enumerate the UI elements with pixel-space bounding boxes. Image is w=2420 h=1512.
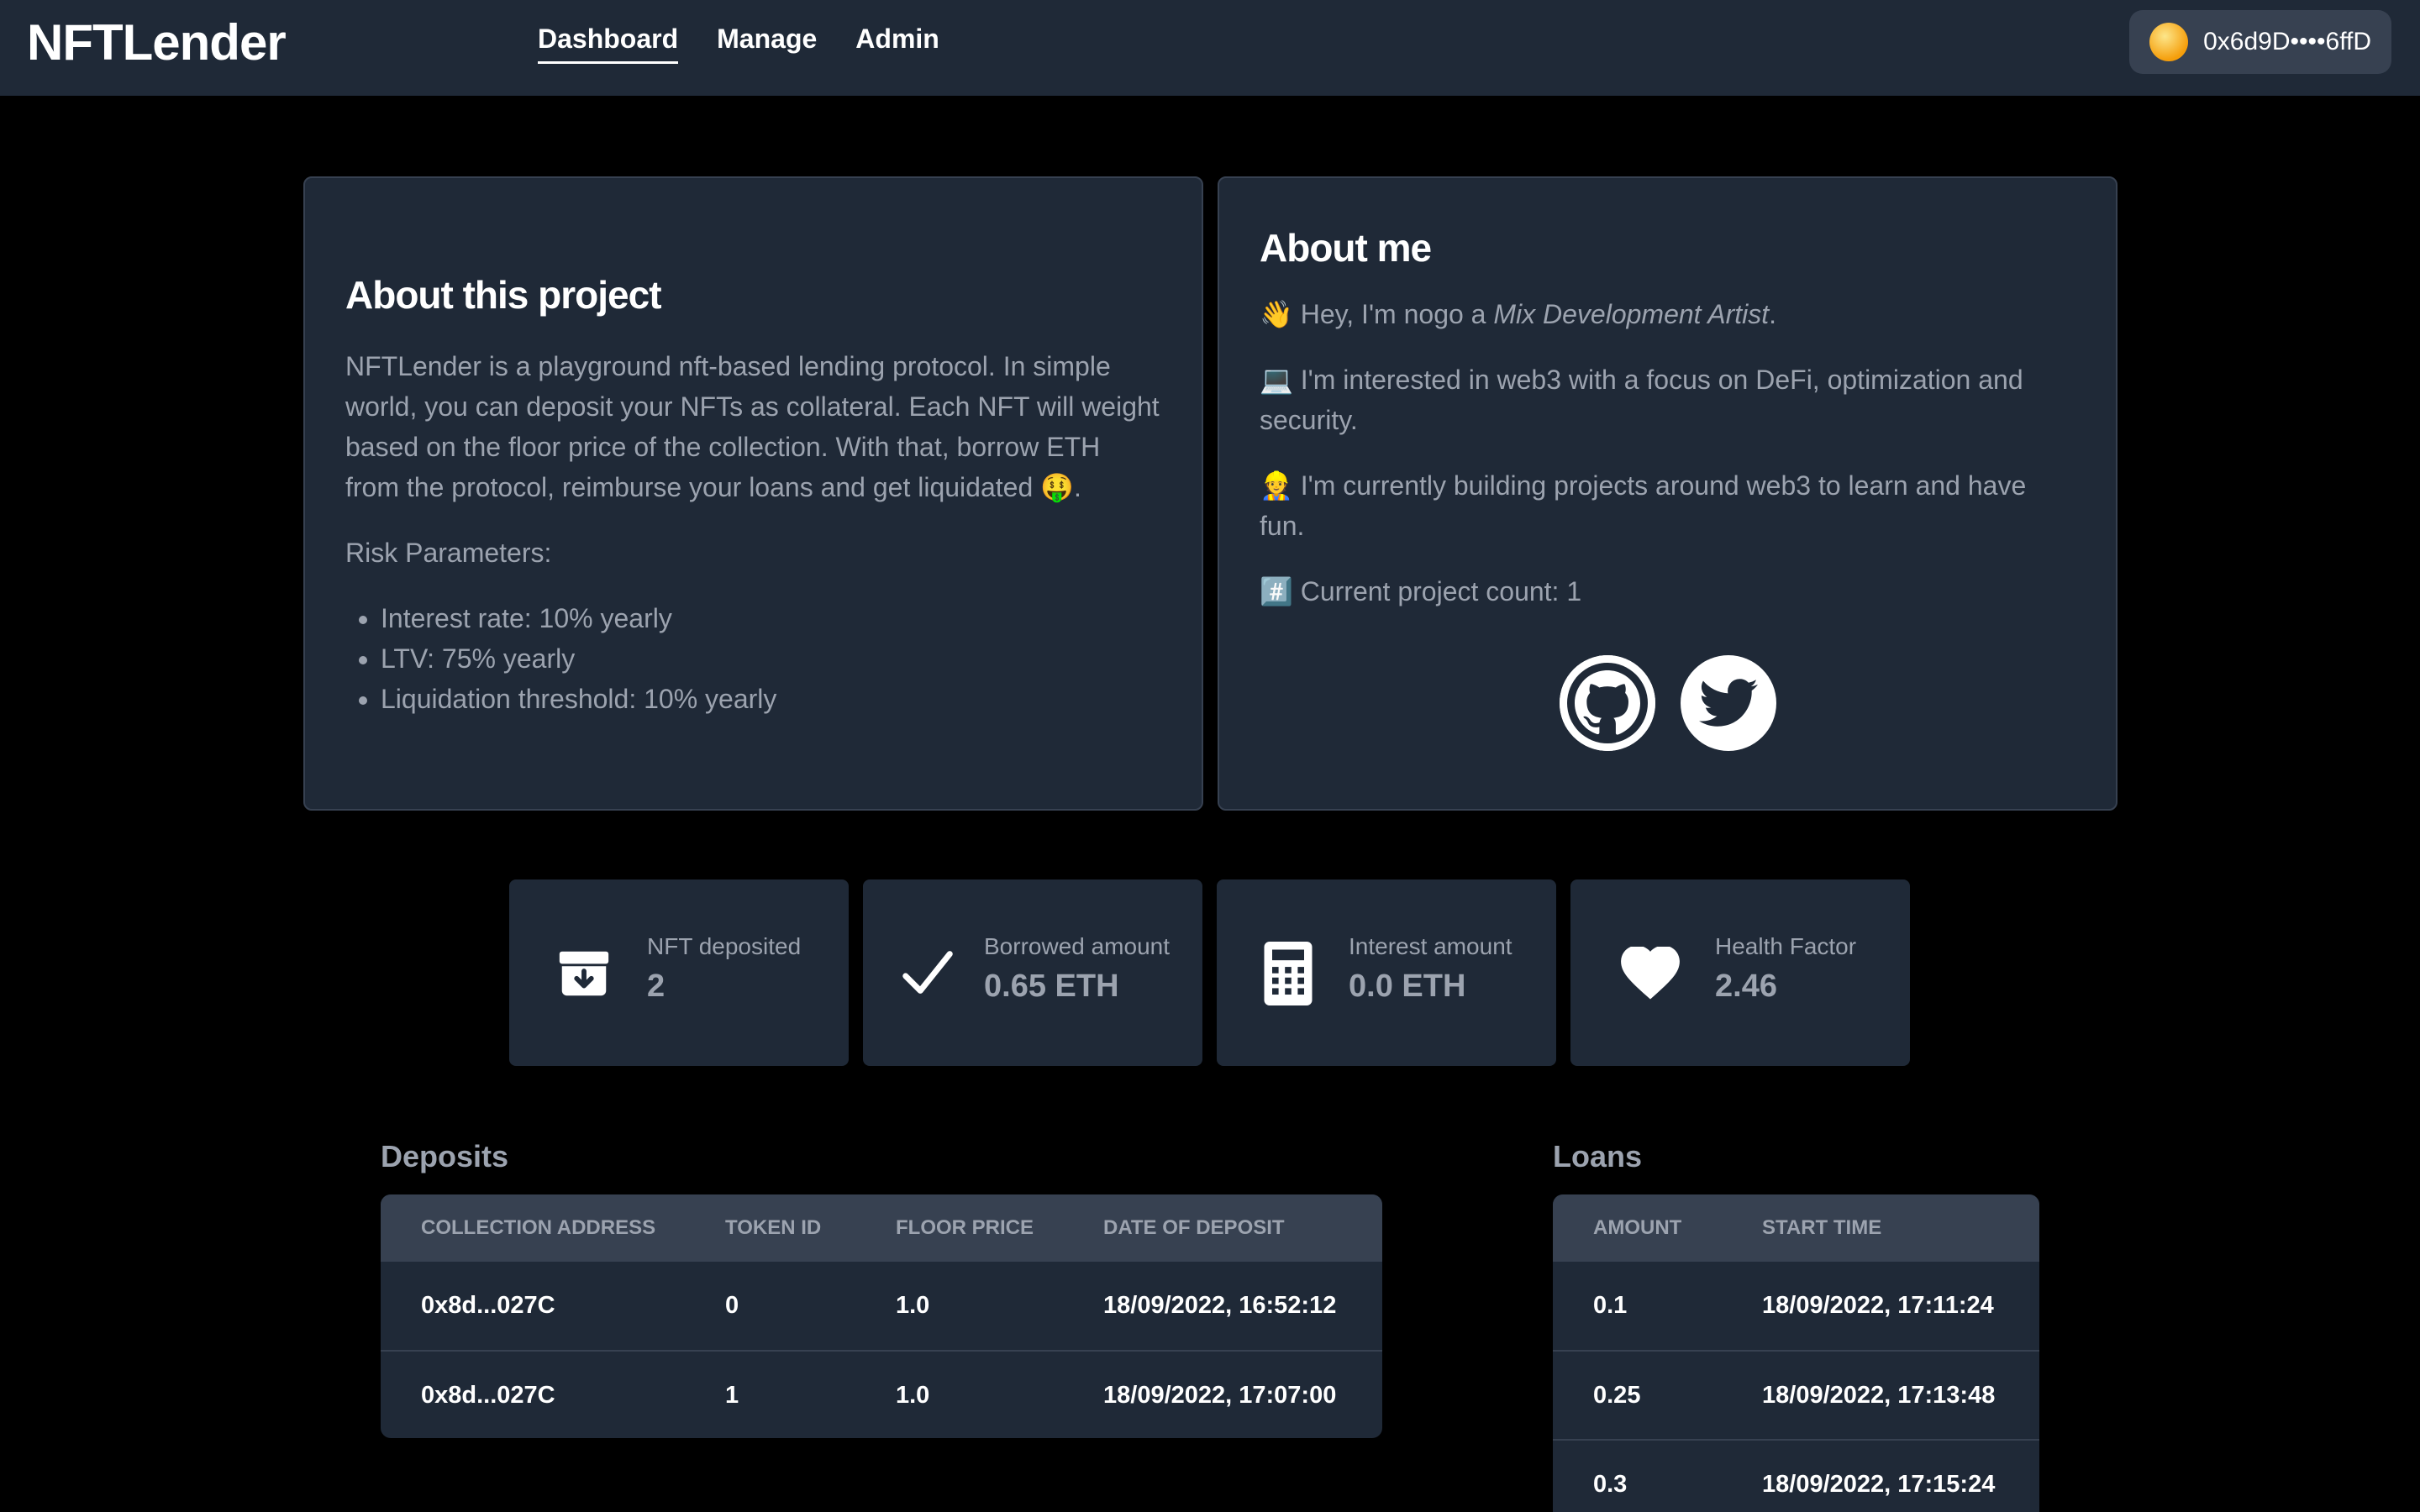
stat-health-factor: Health Factor 2.46 — [1570, 879, 1910, 1066]
stat-value: 2 — [647, 969, 666, 1004]
archive-icon — [553, 942, 615, 1005]
stat-label: Health Factor — [1715, 933, 1857, 959]
heart-icon — [1619, 942, 1681, 1005]
social-links — [1260, 655, 2075, 751]
cell-date-of-deposit: 18/09/2022, 17:07:00 — [1063, 1350, 1382, 1438]
table-row[interactable]: 0.1 18/09/2022, 17:11:24 — [1553, 1262, 2039, 1351]
nav-admin[interactable]: Admin — [855, 24, 939, 64]
about-project-title: About this project — [345, 273, 662, 317]
column-header: Floor price — [896, 1216, 1034, 1239]
cell-floor-price: 1.0 — [855, 1350, 1063, 1438]
risk-parameters-heading: Risk Parameters: — [345, 538, 552, 568]
deposits-title: Deposits — [381, 1139, 509, 1173]
top-navbar: NFTLender Dashboard Manage Admin 0x6d9D•… — [0, 0, 2420, 96]
cell-collection-address: 0x8d...027C — [381, 1350, 685, 1438]
main-nav: Dashboard Manage Admin — [538, 24, 939, 64]
cell-start-time: 18/09/2022, 17:13:48 — [1722, 1350, 2039, 1440]
brand-logo[interactable]: NFTLender — [27, 13, 287, 71]
deposits-table: Collection address Token ID Floor price … — [381, 1194, 1382, 1438]
table-row[interactable]: 0x8d...027C 1 1.0 18/09/2022, 17:07:00 — [381, 1350, 1382, 1438]
about-me-interest: 💻 I'm interested in web3 with a focus on… — [1260, 365, 2023, 435]
wallet-button[interactable]: 0x6d9D••••6ffD — [2129, 10, 2391, 74]
intro-role: Mix Development Artist — [1493, 299, 1770, 329]
stat-label: NFT deposited — [647, 933, 802, 959]
loans-table: Amount Start time 0.1 18/09/2022, 17:11:… — [1553, 1194, 2039, 1512]
nav-dashboard[interactable]: Dashboard — [538, 24, 679, 64]
column-header: Date of deposit — [1103, 1216, 1285, 1239]
nav-manage[interactable]: Manage — [717, 24, 817, 64]
cell-amount: 0.3 — [1553, 1439, 1722, 1512]
table-header-row: Collection address Token ID Floor price … — [381, 1194, 1382, 1262]
risk-item: LTV: 75% yearly — [381, 638, 1161, 679]
cell-token-id: 0 — [725, 1292, 739, 1319]
intro-prefix: 👋 Hey, I'm nogo a — [1260, 299, 1494, 329]
cell-start-time: 18/09/2022, 17:15:24 — [1722, 1439, 2039, 1512]
risk-item: Interest rate: 10% yearly — [381, 598, 1161, 638]
about-project-description: NFTLender is a playground nft-based lend… — [345, 351, 1160, 502]
column-header: Token ID — [725, 1216, 822, 1239]
about-project-card: About this project NFTLender is a playgr… — [303, 176, 1203, 811]
cell-token-id: 1 — [685, 1350, 855, 1438]
about-me-card: About me 👋 Hey, I'm nogo a Mix Developme… — [1218, 176, 2118, 811]
about-me-intro: 👋 Hey, I'm nogo a Mix Development Artist… — [1260, 294, 2075, 334]
loans-title: Loans — [1553, 1139, 1643, 1173]
about-me-building: 👷 I'm currently building projects around… — [1260, 470, 2027, 541]
cell-amount: 0.1 — [1593, 1292, 1628, 1319]
stat-label: Borrowed amount — [984, 933, 1171, 959]
stat-interest-amount: Interest amount 0.0 ETH — [1217, 879, 1556, 1066]
column-header: Amount — [1593, 1216, 1682, 1239]
github-icon — [1559, 655, 1655, 751]
cell-floor-price: 1.0 — [896, 1292, 930, 1319]
check-icon — [897, 942, 959, 1005]
column-header: Collection address — [421, 1216, 656, 1239]
table-row[interactable]: 0.25 18/09/2022, 17:13:48 — [1553, 1350, 2039, 1440]
about-me-title: About me — [1260, 226, 1432, 270]
github-link[interactable] — [1559, 655, 1655, 751]
calculator-icon — [1257, 942, 1319, 1005]
cell-start-time: 18/09/2022, 17:11:24 — [1762, 1292, 1994, 1319]
twitter-link[interactable] — [1680, 655, 1776, 751]
wallet-avatar-icon — [2149, 23, 2189, 61]
stat-label: Interest amount — [1349, 933, 1512, 959]
cell-amount: 0.25 — [1553, 1350, 1722, 1440]
table-row[interactable]: 0x8d...027C 0 1.0 18/09/2022, 16:52:12 — [381, 1262, 1382, 1351]
cell-date-of-deposit: 18/09/2022, 16:52:12 — [1103, 1292, 1337, 1319]
stat-value: 0.0 ETH — [1349, 969, 1466, 1004]
risk-item: Liquidation threshold: 10% yearly — [381, 679, 1161, 719]
table-header-row: Amount Start time — [1553, 1194, 2039, 1262]
stat-borrowed-amount: Borrowed amount 0.65 ETH — [863, 879, 1202, 1066]
page: NFTLender Dashboard Manage Admin 0x6d9D•… — [0, 0, 2420, 1512]
stat-nft-deposited: NFT deposited 2 — [509, 879, 849, 1066]
about-me-project-count: #️⃣ Current project count: 1 — [1260, 576, 1582, 606]
column-header: Start time — [1762, 1216, 1882, 1239]
cell-collection-address: 0x8d...027C — [421, 1292, 555, 1319]
risk-parameters-list: Interest rate: 10% yearly LTV: 75% yearl… — [381, 598, 1161, 719]
stat-value: 0.65 ETH — [984, 969, 1119, 1004]
stat-value: 2.46 — [1715, 969, 1777, 1004]
twitter-icon — [1698, 679, 1758, 727]
wallet-address: 0x6d9D••••6ffD — [2203, 28, 2371, 55]
intro-suffix: . — [1769, 299, 1777, 329]
table-row[interactable]: 0.3 18/09/2022, 17:15:24 — [1553, 1439, 2039, 1512]
